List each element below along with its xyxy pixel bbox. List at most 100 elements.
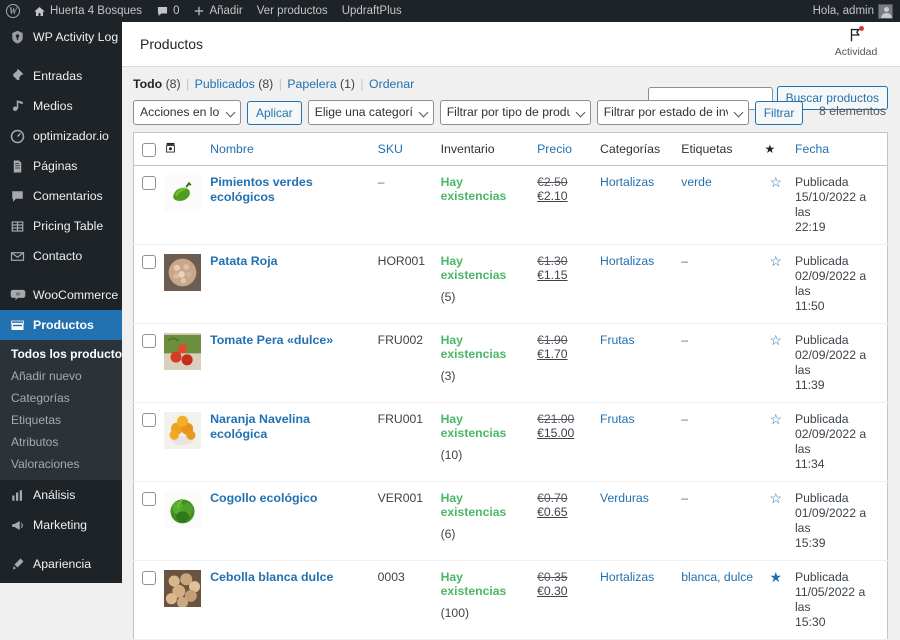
sort-by-name-link[interactable]: Nombre (210, 142, 254, 156)
sidebar-item-analisis[interactable]: Análisis (0, 480, 122, 510)
sidebar-item-entradas[interactable]: Entradas (0, 61, 122, 91)
column-name[interactable]: Nombre (206, 132, 374, 166)
product-tags-cell: – (677, 244, 761, 324)
sidebar-item-label: Pricing Table (33, 219, 104, 233)
product-tags-cell: blanca, dulce (677, 560, 761, 640)
submenu-item-atributos[interactable]: Atributos (0, 431, 122, 453)
sidebar-item-pricing-table[interactable]: Pricing Table (0, 211, 122, 241)
view-link-sort[interactable]: Ordenar (369, 77, 414, 91)
sidebar-item-apariencia[interactable]: Apariencia (0, 549, 122, 579)
product-sku-cell: 0003 (373, 560, 437, 640)
product-type-filter-select[interactable]: Filtrar por tipo de product (439, 100, 591, 125)
submenu-item-anadir-nuevo[interactable]: Añadir nuevo (0, 365, 122, 387)
product-sku: – (377, 175, 385, 189)
featured-star-empty-icon[interactable]: ☆ (769, 490, 782, 506)
featured-star-empty-icon[interactable]: ☆ (769, 253, 782, 269)
wp-logo-button[interactable]: W (0, 0, 26, 22)
column-stock-label: Inventario (440, 142, 495, 156)
row-checkbox[interactable] (142, 413, 156, 427)
submenu-item-etiquetas[interactable]: Etiquetas (0, 409, 122, 431)
view-products-link[interactable]: Ver productos (250, 0, 335, 22)
column-featured: ★ (760, 132, 791, 166)
product-tags[interactable]: verde (681, 175, 712, 189)
sidebar-item-comentarios[interactable]: Comentarios (0, 181, 122, 211)
sidebar-item-label: Marketing (33, 518, 87, 532)
sort-by-sku-link[interactable]: SKU (378, 142, 403, 156)
product-category-link[interactable]: Hortalizas (600, 175, 654, 189)
sort-by-date-link[interactable]: Fecha (795, 142, 829, 156)
sidebar-item-marketing[interactable]: Marketing (0, 510, 122, 540)
column-sku[interactable]: SKU (373, 132, 437, 166)
table-row: Pimientos verdes ecológicos – Hay existe… (133, 165, 888, 245)
sort-by-price-link[interactable]: Precio (537, 142, 572, 156)
column-date[interactable]: Fecha (790, 132, 888, 166)
featured-star-empty-icon[interactable]: ☆ (769, 332, 782, 348)
site-name-menu[interactable]: Huerta 4 Bosques (26, 0, 149, 22)
featured-star-empty-icon[interactable]: ☆ (769, 411, 782, 427)
row-checkbox[interactable] (142, 176, 156, 190)
sidebar-item-woocommerce[interactable]: W WooCommerce (0, 280, 122, 310)
filter-button[interactable]: Filtrar (754, 100, 804, 125)
product-sku-cell: – (373, 165, 437, 245)
row-checkbox[interactable] (142, 255, 156, 269)
sidebar-item-productos[interactable]: Productos (0, 310, 122, 340)
table-row: Patata Roja HOR001 Hay existencias (5) €… (133, 244, 888, 324)
activity-panel-button[interactable]: Actividad (826, 26, 886, 58)
product-name-link[interactable]: Naranja Navelina ecológica (210, 412, 370, 442)
product-tags[interactable]: blanca, dulce (681, 570, 753, 584)
view-link-trash[interactable]: Papelera (287, 77, 336, 91)
row-select-cell (133, 165, 161, 245)
notification-dot (859, 26, 864, 31)
view-link-all[interactable]: Todo (133, 77, 162, 91)
sidebar-item-optimizador[interactable]: optimizador.io (0, 121, 122, 151)
column-price[interactable]: Precio (533, 132, 597, 166)
submenu-item-categorias[interactable]: Categorías (0, 387, 122, 409)
product-category-link[interactable]: Frutas (600, 333, 635, 347)
select-all-checkbox[interactable] (142, 142, 156, 157)
product-featured-cell: ☆ (760, 402, 791, 482)
product-name-link[interactable]: Cogollo ecológico (210, 491, 370, 506)
new-content-menu[interactable]: Añadir (186, 0, 249, 22)
featured-star-empty-icon[interactable]: ☆ (769, 174, 782, 190)
product-category-link[interactable]: Frutas (600, 412, 635, 426)
category-filter-select[interactable]: Elige una categoría (307, 100, 434, 125)
sidebar-item-wp-activity-log[interactable]: WP Activity Log (0, 22, 122, 52)
product-category-link[interactable]: Hortalizas (600, 254, 654, 268)
updraftplus-menu[interactable]: UpdraftPlus (335, 0, 409, 22)
products-table: Nombre SKU Inventario Precio Categorías … (133, 132, 888, 640)
sidebar-item-plugins[interactable]: Plugins (0, 579, 122, 583)
stock-status: Hay existencias (440, 570, 507, 598)
submenu-item-todos-los-productos[interactable]: Todos los productos (0, 343, 122, 365)
speed-icon (9, 128, 26, 145)
apply-button[interactable]: Aplicar (247, 100, 302, 125)
view-link-published[interactable]: Publicados (195, 77, 255, 91)
product-name-link[interactable]: Pimientos verdes ecológicos (210, 175, 370, 205)
product-name-cell: Cebolla blanca dulce (206, 560, 374, 640)
my-account-menu[interactable]: Hola, admin (806, 0, 900, 22)
comment-bubble-icon (158, 6, 168, 16)
row-select-cell (133, 402, 161, 482)
view-count-trash: (1) (339, 77, 355, 91)
sale-price: €1.15 (537, 268, 568, 282)
product-name-link[interactable]: Tomate Pera «dulce» (210, 333, 370, 348)
comments-bubble[interactable]: 0 (149, 0, 186, 22)
submenu-item-valoraciones[interactable]: Valoraciones (0, 453, 122, 475)
shield-icon (9, 29, 26, 46)
sidebar-item-paginas[interactable]: Páginas (0, 151, 122, 181)
sidebar-item-label: optimizador.io (33, 129, 109, 143)
sidebar-item-contacto[interactable]: Contacto (0, 241, 122, 271)
products-table-body: Pimientos verdes ecológicos – Hay existe… (133, 165, 888, 640)
column-categories: Categorías (596, 132, 678, 166)
product-category-link[interactable]: Verduras (600, 491, 649, 505)
product-tags: – (681, 254, 689, 268)
product-category-link[interactable]: Hortalizas (600, 570, 654, 584)
product-price-cell: €0.70 €0.65 (533, 481, 597, 561)
row-checkbox[interactable] (142, 334, 156, 348)
sidebar-item-label: Comentarios (33, 189, 103, 203)
product-tags-cell: – (677, 481, 761, 561)
product-name-link[interactable]: Patata Roja (210, 254, 370, 269)
row-checkbox[interactable] (142, 492, 156, 506)
bulk-actions-select[interactable]: Acciones en lote (133, 100, 241, 125)
stock-status-filter-select[interactable]: Filtrar por estado de inver (596, 100, 749, 125)
sidebar-item-medios[interactable]: Medios (0, 91, 122, 121)
